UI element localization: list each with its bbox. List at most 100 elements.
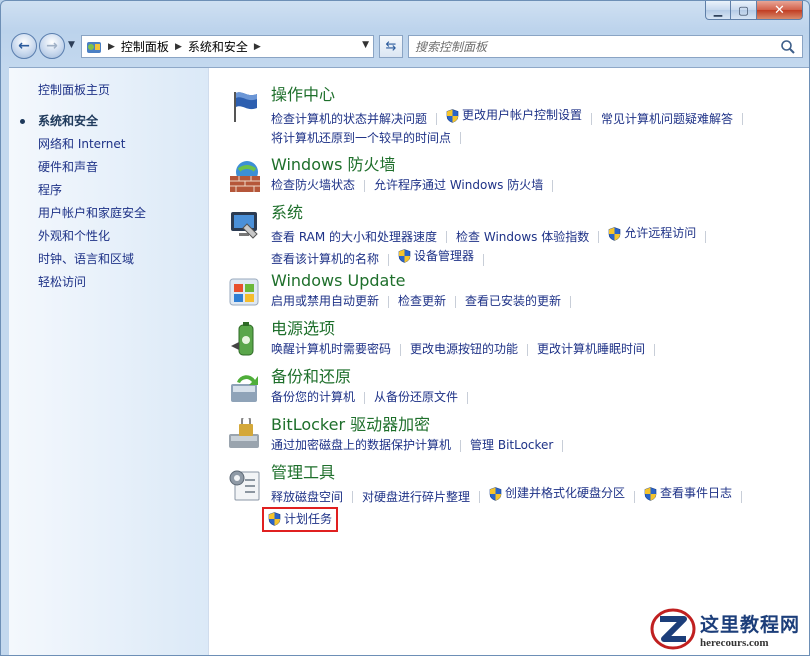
category-title[interactable]: Windows Update bbox=[271, 270, 787, 292]
minimize-button[interactable]: ▁ bbox=[705, 1, 731, 20]
sidebar-item-network[interactable]: 网络和 Internet bbox=[9, 135, 208, 158]
search-input[interactable]: 搜索控制面板 bbox=[408, 35, 803, 58]
sidebar-item-system-security[interactable]: 系统和安全 bbox=[9, 112, 208, 135]
task-link-label: 常见计算机问题疑难解答 bbox=[601, 111, 734, 126]
admin-tools-icon[interactable] bbox=[227, 466, 263, 502]
category-backup: 备份和还原 备份您的计算机 从备份还原文件 bbox=[227, 366, 787, 407]
task-link[interactable]: 允许远程访问 bbox=[608, 224, 696, 243]
bitlocker-icon[interactable] bbox=[227, 418, 263, 454]
link-separator bbox=[400, 343, 402, 356]
task-link[interactable]: 常见计算机问题疑难解答 bbox=[601, 110, 733, 129]
task-link[interactable]: 管理 BitLocker bbox=[470, 436, 553, 455]
link-separator bbox=[570, 295, 572, 308]
category-bitlocker: BitLocker 驱动器加密通过加密磁盘上的数据保护计算机 管理 BitLock… bbox=[227, 414, 787, 455]
link-separator bbox=[654, 343, 656, 356]
task-link[interactable]: 更改用户帐户控制设置 bbox=[446, 106, 582, 125]
breadcrumb-arrow-icon[interactable]: ▶ bbox=[254, 42, 261, 52]
task-link[interactable]: 唤醒计算机时需要密码 bbox=[271, 340, 391, 359]
task-link-label: 查看该计算机的名称 bbox=[271, 252, 380, 266]
category-title[interactable]: 电源选项 bbox=[271, 318, 787, 340]
task-link[interactable]: 检查防火墙状态 bbox=[271, 176, 355, 195]
task-link-label: 唤醒计算机时需要密码 bbox=[271, 342, 392, 356]
link-separator bbox=[591, 113, 593, 125]
sidebar-item-programs[interactable]: 程序 bbox=[9, 181, 208, 204]
task-link-label: 计划任务 bbox=[284, 511, 333, 526]
forward-button[interactable]: → bbox=[39, 33, 65, 59]
task-link[interactable]: 检查计算机的状态并解决问题 bbox=[271, 110, 427, 129]
address-bar[interactable]: ▶ 控制面板 ▶ 系统和安全 ▶ ▼ bbox=[81, 35, 374, 58]
task-links: 启用或禁用自动更新 检查更新 查看已安装的更新 bbox=[271, 292, 787, 311]
link-separator bbox=[479, 491, 481, 503]
link-separator bbox=[742, 113, 744, 125]
task-links: 备份您的计算机 从备份还原文件 bbox=[271, 388, 787, 407]
task-link[interactable]: 检查 Windows 体验指数 bbox=[456, 228, 589, 247]
watermark: 这里教程网 herecours.com bbox=[650, 605, 805, 653]
category-title[interactable]: 管理工具 bbox=[271, 462, 787, 484]
link-separator bbox=[436, 113, 438, 125]
task-link[interactable]: 从备份还原文件 bbox=[374, 388, 458, 407]
maximize-button[interactable]: ▢ bbox=[731, 1, 757, 20]
task-link[interactable]: 设备管理器 bbox=[398, 247, 474, 266]
breadcrumb-arrow-icon[interactable]: ▶ bbox=[108, 42, 115, 52]
task-link-label: 允许远程访问 bbox=[624, 226, 697, 240]
task-link-label: 更改计算机睡眠时间 bbox=[537, 342, 646, 356]
task-link-highlighted[interactable]: 计划任务 bbox=[262, 506, 339, 532]
recent-pages-dropdown[interactable]: ▼ bbox=[68, 40, 75, 50]
category-title[interactable]: Windows 防火墙 bbox=[271, 154, 787, 176]
task-link-row: 检查防火墙状态 允许程序通过 Windows 防火墙 bbox=[271, 176, 787, 195]
task-link[interactable]: 查看该计算机的名称 bbox=[271, 250, 379, 269]
task-link[interactable]: 允许程序通过 Windows 防火墙 bbox=[374, 176, 543, 195]
category-windows-update: Windows Update 启用或禁用自动更新 检查更新 查看已安装的更新 bbox=[227, 270, 787, 311]
sidebar-item-clock-language[interactable]: 时钟、语言和区域 bbox=[9, 250, 208, 273]
breadcrumb-system-security[interactable]: 系统和安全 bbox=[188, 38, 248, 55]
task-link[interactable]: 对硬盘进行碎片整理 bbox=[362, 488, 470, 507]
task-link-row: 唤醒计算机时需要密码 更改电源按钮的功能 更改计算机睡眠时间 bbox=[271, 340, 787, 359]
category-title[interactable]: 操作中心 bbox=[271, 84, 787, 106]
flag-icon[interactable] bbox=[227, 88, 263, 124]
main-pane: 操作中心检查计算机的状态并解决问题 更改用户帐户控制设置 常见计算机问题疑难解答将计… bbox=[209, 68, 809, 655]
firewall-icon[interactable] bbox=[227, 158, 263, 194]
address-dropdown-icon[interactable]: ▼ bbox=[362, 40, 369, 50]
task-link[interactable]: 更改电源按钮的功能 bbox=[410, 340, 518, 359]
uac-shield-icon bbox=[608, 226, 621, 241]
power-icon[interactable] bbox=[227, 322, 263, 358]
sidebar-item-ease-of-access[interactable]: 轻松访问 bbox=[9, 273, 208, 296]
task-links: 释放磁盘空间 对硬盘进行碎片整理 创建并格式化硬盘分区 查看事件日志计划任务 bbox=[262, 484, 787, 533]
task-link[interactable]: 查看已安装的更新 bbox=[465, 292, 561, 311]
breadcrumb-control-panel[interactable]: 控制面板 bbox=[121, 38, 169, 55]
close-button[interactable]: ✕ bbox=[757, 1, 803, 20]
sidebar-item-appearance[interactable]: 外观和个性化 bbox=[9, 227, 208, 250]
task-link-label: 更改用户帐户控制设置 bbox=[462, 108, 583, 122]
category-title[interactable]: 系统 bbox=[271, 202, 787, 224]
task-link-row: 检查计算机的状态并解决问题 更改用户帐户控制设置 常见计算机问题疑难解答 bbox=[271, 106, 787, 129]
task-link[interactable]: 查看 RAM 的大小和处理器速度 bbox=[271, 228, 437, 247]
task-link-label: 通过加密磁盘上的数据保护计算机 bbox=[271, 438, 452, 452]
sidebar-item-user-accounts[interactable]: 用户帐户和家庭安全 bbox=[9, 204, 208, 227]
refresh-button[interactable]: ⇆ bbox=[379, 35, 403, 58]
task-link[interactable]: 将计算机还原到一个较早的时间点 bbox=[271, 129, 451, 148]
system-icon[interactable] bbox=[227, 206, 263, 242]
task-link-row: 计划任务 bbox=[262, 506, 787, 533]
task-link[interactable]: 通过加密磁盘上的数据保护计算机 bbox=[271, 436, 451, 455]
category-title[interactable]: BitLocker 驱动器加密 bbox=[271, 414, 787, 436]
link-separator bbox=[446, 231, 448, 243]
link-separator bbox=[364, 391, 366, 404]
category-title[interactable]: 备份和还原 bbox=[271, 366, 787, 388]
category-firewall: Windows 防火墙 检查防火墙状态 允许程序通过 Windows 防火墙 bbox=[227, 154, 787, 195]
windows-update-icon[interactable] bbox=[227, 274, 263, 310]
task-link[interactable]: 更改计算机睡眠时间 bbox=[537, 340, 645, 359]
control-panel-window: ▁ ▢ ✕ ← → ▼ ▶ 控制面板 ▶ 系统和安全 ▶ ▼ ⇆ 搜索控制面板 bbox=[0, 0, 810, 656]
task-link[interactable]: 释放磁盘空间 bbox=[271, 488, 343, 507]
uac-shield-icon bbox=[446, 108, 459, 123]
sidebar-item-hardware-sound[interactable]: 硬件和声音 bbox=[9, 158, 208, 181]
task-link[interactable]: 启用或禁用自动更新 bbox=[271, 292, 379, 311]
search-icon[interactable] bbox=[780, 39, 796, 55]
backup-icon[interactable] bbox=[227, 370, 263, 406]
back-button[interactable]: ← bbox=[11, 33, 37, 59]
task-link[interactable]: 查看事件日志 bbox=[644, 484, 732, 503]
breadcrumb-arrow-icon[interactable]: ▶ bbox=[175, 42, 182, 52]
task-link[interactable]: 备份您的计算机 bbox=[271, 388, 355, 407]
sidebar-home-link[interactable]: 控制面板主页 bbox=[9, 81, 208, 104]
task-link[interactable]: 检查更新 bbox=[398, 292, 446, 311]
task-link[interactable]: 创建并格式化硬盘分区 bbox=[489, 484, 625, 503]
